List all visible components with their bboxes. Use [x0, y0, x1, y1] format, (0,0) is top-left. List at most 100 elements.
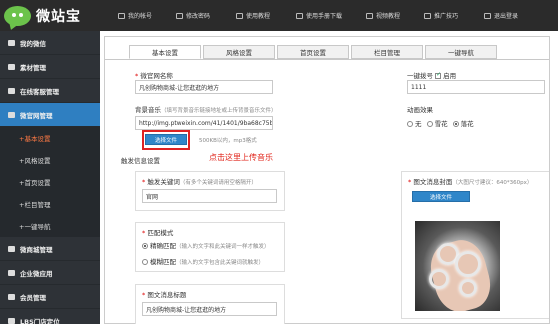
animation-option-label: 落花: [460, 120, 474, 128]
animation-options: 无 雪花 落花: [407, 118, 474, 128]
topnav-label: 修改密码: [186, 13, 211, 20]
match-radio-fuzzy[interactable]: [142, 259, 148, 265]
keyword-label: * 触发关键词（有多个关键词请用空格隔开）: [142, 178, 257, 186]
bg-music-url-input[interactable]: http://img.ptweixin.com/41/1401/9ba68c75…: [135, 116, 273, 130]
bg-music-label-text: 背景音乐: [135, 106, 161, 114]
sidebar-item-label: 微官网管理: [20, 111, 53, 120]
keyword-hint: （有多个关键词请用空格隔开）: [179, 180, 257, 186]
cover-upload-button[interactable]: 选择文件: [412, 191, 470, 202]
msg-title-panel: * 图文消息标题 凡创购物商城-让您逛逛的地方: [135, 284, 285, 324]
sidebar-item-label: 微商城管理: [20, 245, 53, 254]
logo-eye: [19, 12, 23, 17]
match-label: * 匹配模式: [142, 229, 174, 237]
tab-label: 首页设置: [300, 49, 326, 57]
topnav-tutorial[interactable]: 使用教程: [236, 0, 296, 31]
sidebar-sub-label: +栏目管理: [19, 201, 51, 209]
phone-input[interactable]: 1111: [407, 80, 545, 94]
sidebar-item-my-wechat[interactable]: 我的微信: [0, 31, 100, 55]
match-option-name: 模糊匹配: [150, 258, 176, 266]
sidebar-sub-one-click-nav[interactable]: +一键导航: [0, 215, 100, 237]
cart-icon: [8, 245, 15, 252]
download-icon: [296, 12, 303, 19]
bg-music-upload-button[interactable]: 选择文件: [145, 134, 187, 145]
site-name-label: * 微官网名称: [135, 72, 173, 80]
cover-label: * 图文消息封面（大图尺寸建议：640*360px）: [408, 178, 533, 186]
bg-music-limit: 500KB以内，mp3格式: [199, 138, 257, 144]
annotation-text: 点击这里上传音乐: [209, 153, 273, 162]
pen-icon: [8, 63, 15, 70]
site-name-input[interactable]: 凡创购物商城-让您逛逛的地方: [135, 80, 273, 94]
cover-label-text: 图文消息封面: [413, 178, 453, 186]
sidebar-item-label: 素材管理: [20, 63, 46, 72]
lock-icon: [176, 12, 183, 19]
user-icon: [118, 12, 125, 19]
card-icon: [8, 293, 15, 300]
tab-style-settings[interactable]: 风格设置: [203, 45, 275, 59]
topnav-manual-download[interactable]: 使用手册下载: [296, 0, 366, 31]
sidebar-sub-basic-settings[interactable]: +基本设置: [0, 127, 100, 149]
wechat-icon: [8, 39, 15, 46]
animation-radio-flowers[interactable]: [452, 121, 459, 127]
phone-label-text: 一键拨号: [407, 72, 433, 80]
animation-radio-none[interactable]: [407, 121, 413, 127]
sidebar-sub-column-management[interactable]: +栏目管理: [0, 193, 100, 215]
logo[interactable]: 微站宝: [4, 3, 81, 28]
cover-hint: （大图尺寸建议：640*360px）: [452, 180, 533, 186]
animation-option-label: 雪花: [434, 120, 448, 128]
sidebar-sub-label: +首页设置: [19, 179, 51, 187]
people-icon: [8, 87, 15, 94]
match-option-exact[interactable]: 精确匹配（输入的文字和此关键词一样才触发）: [142, 240, 270, 250]
topnav-logout[interactable]: 退出登录: [484, 0, 544, 31]
keyword-input[interactable]: 官网: [142, 189, 277, 203]
ring-shape: [455, 251, 481, 277]
tab-label: 一键导航: [448, 49, 474, 57]
sidebar-item-shop[interactable]: 微商城管理: [0, 237, 100, 261]
brand-name: 微站宝: [36, 8, 81, 25]
bg-music-label: 背景音乐（填写背景音乐链接地址或上传背景音乐文件）: [135, 104, 277, 114]
ring-shape: [459, 279, 477, 297]
sidebar-sub-label: +风格设置: [19, 157, 51, 165]
tab-basic-settings[interactable]: 基本设置: [129, 45, 201, 59]
sidebar-item-materials[interactable]: 素材管理: [0, 55, 100, 79]
video-icon: [366, 12, 373, 19]
sidebar-item-enterprise-apps[interactable]: 企业微应用: [0, 261, 100, 285]
tab-one-click-nav[interactable]: 一键导航: [425, 45, 497, 59]
animation-option-label: 无: [415, 120, 422, 128]
msg-title-input[interactable]: 凡创购物商城-让您逛逛的地方: [142, 302, 277, 316]
tab-label: 栏目管理: [374, 49, 400, 57]
topnav-password[interactable]: 修改密码: [176, 0, 236, 31]
sidebar-item-micro-site[interactable]: 微官网管理: [0, 103, 100, 127]
sidebar-item-lbs[interactable]: LBS门店定位: [0, 309, 100, 324]
match-radio-exact[interactable]: [142, 243, 148, 249]
logo-eye: [12, 12, 16, 17]
sidebar-sub-home-settings[interactable]: +首页设置: [0, 171, 100, 193]
site-name-label-text: 微官网名称: [140, 72, 173, 80]
sidebar-item-label: 企业微应用: [20, 269, 53, 278]
ring-shape: [429, 269, 449, 289]
msg-title-label: * 图文消息标题: [142, 291, 187, 299]
home-icon: [8, 111, 15, 118]
msg-title-label-text: 图文消息标题: [147, 291, 187, 299]
bg-music-hint: （填写背景音乐链接地址或上传背景音乐文件）: [161, 108, 277, 114]
tab-column-management[interactable]: 栏目管理: [351, 45, 423, 59]
tab-home-settings[interactable]: 首页设置: [277, 45, 349, 59]
sidebar-sub-label: +基本设置: [19, 135, 51, 143]
match-option-hint: （输入的文字包含此关键词就触发）: [176, 260, 265, 266]
trigger-section-title: 触发信息设置: [121, 157, 160, 165]
phone-label: 一键拨号 启用: [407, 70, 456, 80]
animation-label: 动画效果: [407, 106, 433, 114]
topnav-promo[interactable]: 推广技巧: [424, 0, 484, 31]
match-label-text: 匹配模式: [147, 229, 174, 237]
topnav-account[interactable]: 我的帐号: [118, 0, 176, 31]
cover-preview-image: [415, 221, 500, 311]
match-option-fuzzy[interactable]: 模糊匹配（输入的文字包含此关键词就触发）: [142, 256, 264, 266]
topnav-label: 我的帐号: [128, 13, 153, 20]
sidebar-item-online-service[interactable]: 在线客服管理: [0, 79, 100, 103]
sidebar-sub-style-settings[interactable]: +风格设置: [0, 149, 100, 171]
topnav-label: 推广技巧: [434, 13, 459, 20]
sidebar-item-members[interactable]: 会员管理: [0, 285, 100, 309]
top-nav: 我的帐号 修改密码 使用教程 使用手册下载 视频教程 推广技巧 退出登录: [118, 0, 544, 31]
phone-enable-checkbox[interactable]: [435, 71, 441, 79]
animation-radio-snow[interactable]: [426, 121, 433, 127]
topnav-video[interactable]: 视频教程: [366, 0, 424, 31]
